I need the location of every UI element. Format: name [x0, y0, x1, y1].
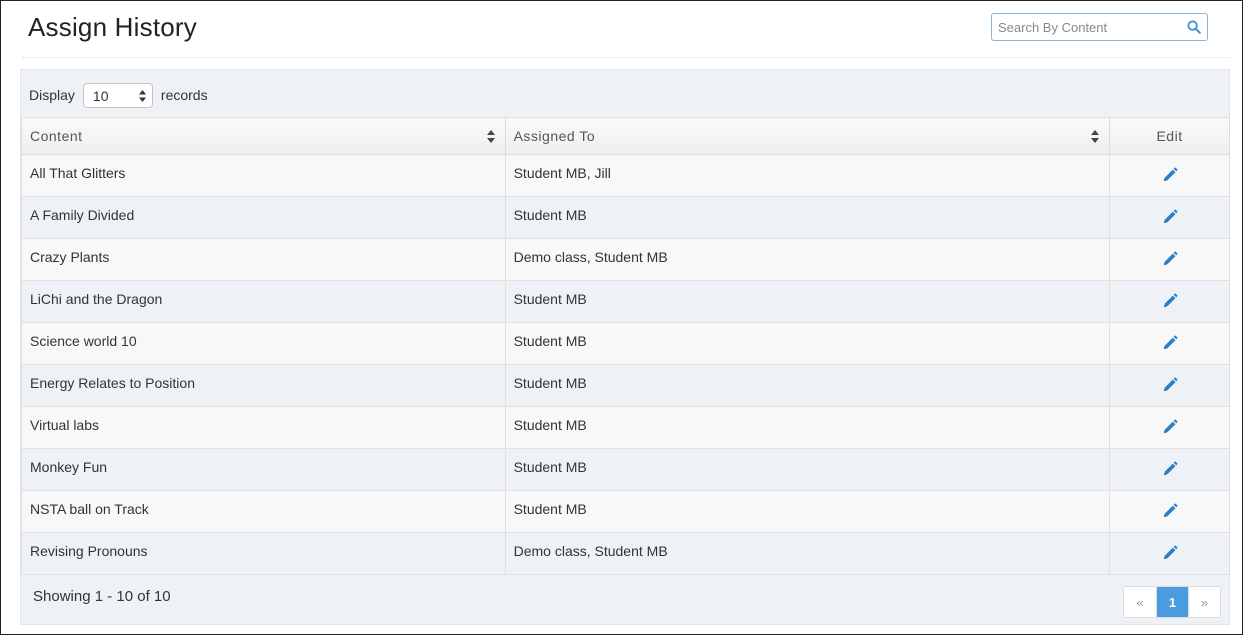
cell-content: Virtual labs [21, 406, 506, 449]
pencil-icon[interactable] [1162, 167, 1178, 183]
table-row: All That Glitters Student MB, Jill [21, 154, 1230, 197]
table-row: Virtual labs Student MB [21, 406, 1230, 449]
table-row: Science world 10 Student MB [21, 322, 1230, 365]
search-icon[interactable] [1187, 20, 1201, 34]
cell-content: NSTA ball on Track [21, 490, 506, 533]
showing-records-info: Showing 1 - 10 of 10 [33, 588, 171, 605]
select-arrows-icon [138, 89, 146, 102]
cell-edit [1109, 196, 1230, 239]
cell-content: A Family Divided [21, 196, 506, 239]
cell-assigned-to: Demo class, Student MB [504, 532, 1111, 575]
cell-assigned-to: Student MB [504, 406, 1111, 449]
table-row: A Family Divided Student MB [21, 196, 1230, 239]
cell-assigned-to: Student MB [504, 448, 1111, 491]
records-label: records [160, 87, 208, 103]
table-row: Crazy Plants Demo class, Student MB [21, 238, 1230, 281]
cell-edit [1109, 406, 1230, 449]
page-title: Assign History [28, 12, 197, 42]
table-row: Energy Relates to Position Student MB [21, 364, 1230, 407]
pencil-icon[interactable] [1162, 251, 1178, 267]
cell-content: Crazy Plants [21, 238, 506, 281]
pencil-icon[interactable] [1162, 377, 1178, 393]
cell-content: LiChi and the Dragon [21, 280, 506, 323]
sort-icon[interactable] [486, 130, 495, 143]
cell-edit [1109, 280, 1230, 323]
column-header-edit-label: Edit [1156, 128, 1183, 144]
assign-history-panel: Display 10 records Content Assigned To E… [20, 69, 1230, 625]
table-header-row: Content Assigned To Edit [21, 117, 1230, 155]
pagination-page-1-button[interactable]: 1 [1156, 587, 1188, 617]
pagination-next-button[interactable]: » [1188, 587, 1220, 617]
cell-edit [1109, 154, 1230, 197]
cell-assigned-to: Demo class, Student MB [504, 238, 1111, 281]
cell-content: Revising Pronouns [21, 532, 506, 575]
records-per-page-select[interactable]: 10 [82, 82, 153, 108]
pagination: « 1 » [1123, 586, 1221, 618]
pencil-icon[interactable] [1162, 419, 1178, 435]
records-per-page-value: 10 [92, 87, 109, 104]
column-header-assigned-to[interactable]: Assigned To [504, 117, 1111, 155]
pencil-icon[interactable] [1162, 335, 1178, 351]
cell-edit [1109, 238, 1230, 281]
display-label: Display [29, 87, 75, 103]
cell-assigned-to: Student MB [504, 280, 1111, 323]
search-box[interactable] [991, 13, 1208, 41]
cell-edit [1109, 322, 1230, 365]
cell-assigned-to: Student MB [504, 490, 1111, 533]
cell-assigned-to: Student MB [504, 196, 1111, 239]
pencil-icon[interactable] [1162, 461, 1178, 477]
table-row: NSTA ball on Track Student MB [21, 490, 1230, 533]
sort-icon[interactable] [1091, 130, 1100, 143]
table-row: LiChi and the Dragon Student MB [21, 280, 1230, 323]
cell-edit [1109, 448, 1230, 491]
pencil-icon[interactable] [1162, 545, 1178, 561]
column-header-assigned-to-label: Assigned To [513, 128, 596, 144]
column-header-edit: Edit [1109, 117, 1230, 155]
cell-content: Science world 10 [21, 322, 506, 365]
pencil-icon[interactable] [1162, 503, 1178, 519]
display-records-control: Display 10 records [29, 82, 208, 108]
column-header-content[interactable]: Content [21, 117, 506, 155]
pencil-icon[interactable] [1162, 209, 1178, 225]
table-row: Revising Pronouns Demo class, Student MB [21, 532, 1230, 575]
table-row: Monkey Fun Student MB [21, 448, 1230, 491]
title-divider [22, 57, 1230, 58]
cell-edit [1109, 532, 1230, 575]
assign-history-table: Content Assigned To Edit All That Glitte… [21, 117, 1230, 575]
cell-assigned-to: Student MB, Jill [504, 154, 1111, 197]
cell-edit [1109, 364, 1230, 407]
cell-content: Monkey Fun [21, 448, 506, 491]
cell-content: All That Glitters [21, 154, 506, 197]
search-input[interactable] [998, 17, 1183, 37]
column-header-content-label: Content [30, 128, 83, 144]
cell-content: Energy Relates to Position [21, 364, 506, 407]
cell-assigned-to: Student MB [504, 322, 1111, 365]
cell-assigned-to: Student MB [504, 364, 1111, 407]
cell-edit [1109, 490, 1230, 533]
pencil-icon[interactable] [1162, 293, 1178, 309]
pagination-prev-button[interactable]: « [1124, 587, 1156, 617]
